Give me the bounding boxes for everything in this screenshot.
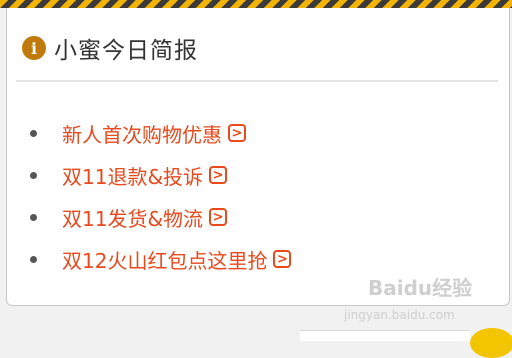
list-item[interactable]: 新人首次购物优惠 > <box>30 112 291 154</box>
chevron-right-icon[interactable]: > <box>209 166 228 184</box>
bullet-icon <box>30 171 37 179</box>
watermark-logo: Baidu经验 <box>368 276 473 300</box>
bullet-icon <box>30 255 37 263</box>
item-link[interactable]: 双11发货&物流 <box>62 203 203 232</box>
bottom-input-bar <box>300 330 470 341</box>
list-item[interactable]: 双12火山红包点这里抢 > <box>30 238 292 280</box>
item-link[interactable]: 新人首次购物优惠 <box>62 119 222 148</box>
list-item[interactable]: 双11发货&物流 > <box>30 196 291 238</box>
header-divider <box>16 80 498 82</box>
chevron-right-icon[interactable]: > <box>228 124 246 142</box>
item-link[interactable]: 双11退款&投诉 <box>62 161 203 190</box>
info-icon: i <box>22 36 46 60</box>
bullet-icon <box>30 213 37 221</box>
item-link[interactable]: 双12火山红包点这里抢 <box>62 245 267 274</box>
list-item[interactable]: 双11退款&投诉 > <box>30 154 291 196</box>
corner-avatar[interactable] <box>470 328 512 358</box>
watermark-url: jingyan.baidu.com <box>344 308 455 322</box>
chevron-right-icon[interactable]: > <box>209 208 228 226</box>
top-stripe <box>0 0 512 8</box>
bullet-icon <box>30 129 37 137</box>
chevron-right-icon[interactable]: > <box>273 250 292 268</box>
card-title: 小蜜今日简报 <box>54 38 198 64</box>
card-header: i 小蜜今日简报 <box>22 28 198 68</box>
briefing-list: 新人首次购物优惠 > 双11退款&投诉 > 双11发货&物流 > 双12火山红包… <box>30 112 292 280</box>
